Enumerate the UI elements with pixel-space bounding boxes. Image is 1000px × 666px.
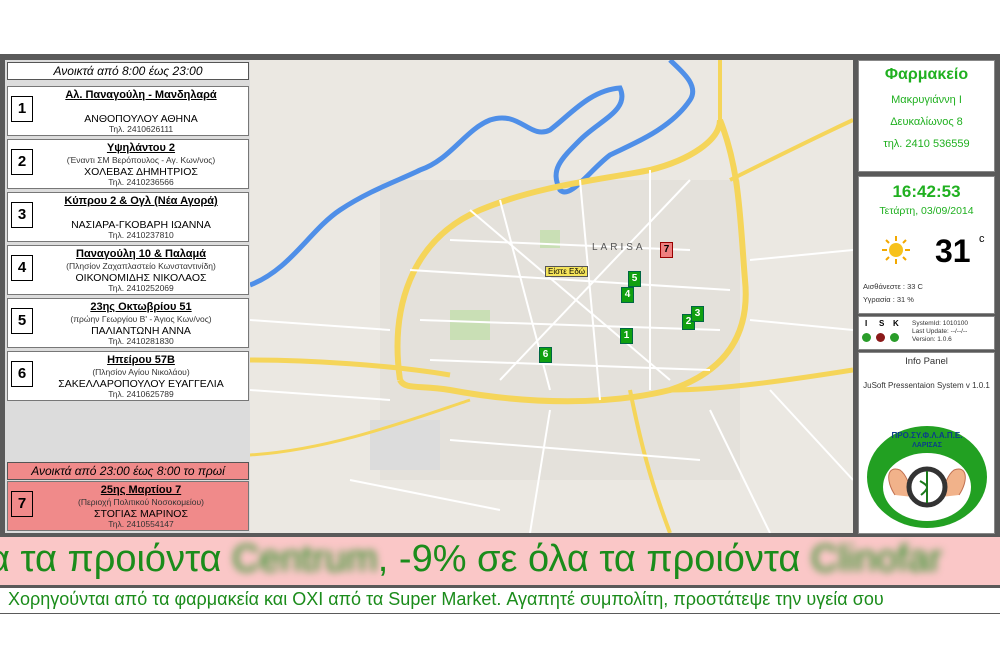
pharmacy-card[interactable]: 3 Κύπρου 2 & Ογλ (Νέα Αγορά) ΝΑΣΙΑΡΑ-ΓΚΟΒΑ… xyxy=(7,192,249,242)
map-marker-5[interactable]: 5 xyxy=(628,271,641,287)
clock-weather-panel: 16:42:53 Τετάρτη, 03/09/2014 31 c Αισθάν… xyxy=(858,176,995,314)
map-marker-3[interactable]: 3 xyxy=(691,306,704,322)
feels-like: Αισθάνεστε : 33 C xyxy=(863,282,923,291)
pharmacy-address: Κύπρου 2 & Ογλ (Νέα Αγορά) xyxy=(64,195,218,207)
clock-time: 16:42:53 xyxy=(892,182,961,201)
pharmacy-note: (Πλησίον Αγίου Νικολάου) xyxy=(92,367,190,377)
ticker-part-1: α τα προιόντα xyxy=(0,538,233,580)
promo-ticker: α τα προιόντα Centrum, -9% σε όλα τα προ… xyxy=(0,537,1000,585)
pharmacy-address: Υψηλάντου 2 xyxy=(106,142,176,154)
info-line-2: Δευκαλίωνος 8 xyxy=(890,116,963,128)
status-dot-i xyxy=(862,333,871,342)
pharmacy-address: 25ης Μαρτίου 7 xyxy=(100,484,182,496)
day-hours-header: Ανοικτά από 8:00 έως 23:00 xyxy=(7,62,249,80)
pharmacy-phone: Τηλ. 2410252069 xyxy=(108,283,174,293)
status-letter-k: K xyxy=(893,319,899,328)
pharmacy-number: 7 xyxy=(11,491,33,517)
notice-ticker: Χορηγούνται από τα φαρμακεία και ΟΧΙ από… xyxy=(0,588,1000,613)
pharmacy-card[interactable]: 1 Αλ. Παναγούλη - Μανδηλαρά ΑΝΘΟΠΟΥΛΟΥ ΑΘΗ… xyxy=(7,86,249,136)
you-are-here-label: Είστε Εδώ xyxy=(545,266,589,277)
logo-text-top: ΠΡΟ.ΣΥ.Φ.Λ.Α.Π.Ε. xyxy=(891,431,963,440)
pharmacy-address: Ηπείρου 57Β xyxy=(107,354,175,366)
association-logo: ΠΡΟ.ΣΥ.Φ.Λ.Α.Π.Ε. ΛΑΡΙΣΑΣ xyxy=(865,425,989,529)
status-letter-s: S xyxy=(879,319,885,328)
pharmacy-address: Αλ. Παναγούλη - Μανδηλαρά xyxy=(65,89,217,101)
pharmacy-note: (πρώην Γεωργίου Β' - Άγιος Κων/νος) xyxy=(70,314,212,324)
pharmacy-number: 1 xyxy=(11,96,33,122)
info-line-1: Μακρυγιάννη Ι xyxy=(891,94,962,106)
map-marker-4[interactable]: 4 xyxy=(621,287,634,303)
pharmacy-note: (Πλησίον Ζαχαπλαστείο Κωνσταντινίδη) xyxy=(66,261,216,271)
ticker-part-2: , -9% σε όλα τα προιόντα xyxy=(377,538,811,580)
system-status-panel: I S K SystemId: 1010100 Last Update: --/… xyxy=(858,316,995,350)
info-panel-subtitle: JuSoft Pressentaion System v 1.0.1 xyxy=(863,381,990,390)
info-title: Φαρμακείο xyxy=(884,66,969,83)
night-hours-header: Ανοικτά από 23:00 έως 8:00 το πρωί xyxy=(7,462,249,480)
pharmacy-card[interactable]: 4 Παναγούλη 10 & Παλαμά (Πλησίον Ζαχαπλαστ… xyxy=(7,245,249,295)
ticker-blur-2: Clinofar xyxy=(810,538,942,580)
status-letter-i: I xyxy=(865,319,868,328)
humidity: Υγρασία : 31 % xyxy=(863,295,914,304)
pharmacy-address: Παναγούλη 10 & Παλαμά xyxy=(76,248,206,260)
pharmacy-card[interactable]: 6 Ηπείρου 57Β (Πλησίον Αγίου Νικολάου) ΣΑΚΕ… xyxy=(7,351,249,401)
logo-text-bottom: ΛΑΡΙΣΑΣ xyxy=(912,442,942,449)
info-panel: Info Panel JuSoft Pressentaion System v … xyxy=(858,352,995,534)
notice-ticker-text: Χορηγούνται από τα φαρμακεία και ΟΧΙ από… xyxy=(8,589,884,609)
map-marker-6[interactable]: 6 xyxy=(539,347,552,363)
status-dot-k xyxy=(890,333,899,342)
ticker-blur-1: Centrum xyxy=(232,538,378,580)
clock-date: Τετάρτη, 03/09/2014 xyxy=(879,205,974,217)
pharmacy-note: (Έναντι ΣΜ Βερόπουλος - Αγ. Κων/νος) xyxy=(66,155,216,165)
pharmacy-number: 2 xyxy=(11,149,33,175)
pharmacy-number: 6 xyxy=(11,361,33,387)
pharmacy-phone: Τηλ. 2410281830 xyxy=(108,336,174,346)
status-dot-s xyxy=(876,333,885,342)
temperature-unit: c xyxy=(979,233,985,245)
pharmacy-number: 5 xyxy=(11,308,33,334)
info-panel-title: Info Panel xyxy=(905,356,948,367)
pharmacy-card[interactable]: 5 23ης Οκτωβρίου 51 (πρώην Γεωργίου Β' - Ά… xyxy=(7,298,249,348)
version: Version: 1.0.6 xyxy=(912,336,952,343)
sun-icon xyxy=(881,235,911,265)
pharmacy-info-panel: Φαρμακείο Μακρυγιάννη Ι Δευκαλίωνος 8 τη… xyxy=(858,60,995,172)
pharmacy-card[interactable]: 2 Υψηλάντου 2 (Έναντι ΣΜ Βερόπουλος - Αγ. … xyxy=(7,139,249,189)
map-marker-1[interactable]: 1 xyxy=(620,328,633,344)
pharmacy-number: 3 xyxy=(11,202,33,228)
map-graphics xyxy=(250,60,853,533)
map-marker-7[interactable]: 7 xyxy=(660,242,673,258)
pharmacy-phone: Τηλ. 2410625789 xyxy=(108,389,174,399)
system-id: SystemId: 1010100 xyxy=(912,320,969,327)
pharmacy-phone: Τηλ. 2410554147 xyxy=(108,519,174,529)
pharmacy-address: 23ης Οκτωβρίου 51 xyxy=(90,301,192,313)
pharmacy-number: 4 xyxy=(11,255,33,281)
pharmacy-phone: Τηλ. 2410236566 xyxy=(108,177,174,187)
pharmacy-phone: Τηλ. 2410626111 xyxy=(108,124,174,134)
last-update: Last Update: --/--/-- xyxy=(912,328,968,335)
city-label: LARISA xyxy=(592,242,646,253)
city-map[interactable]: LARISA Είστε Εδώ 1 2 3 4 5 6 7 xyxy=(250,60,853,533)
night-pharmacy-card[interactable]: 7 25ης Μαρτίου 7 (Περιοχή Πολιτικού Νοσο… xyxy=(7,481,249,531)
pharmacy-note: (Περιοχή Πολιτικού Νοσοκομείου) xyxy=(78,497,204,507)
temperature: 31 xyxy=(935,233,971,269)
pharmacy-phone: Τηλ. 2410237810 xyxy=(108,230,174,240)
info-line-3: τηλ. 2410 536559 xyxy=(883,138,970,150)
promo-ticker-text: α τα προιόντα Centrum, -9% σε όλα τα προ… xyxy=(0,538,942,581)
